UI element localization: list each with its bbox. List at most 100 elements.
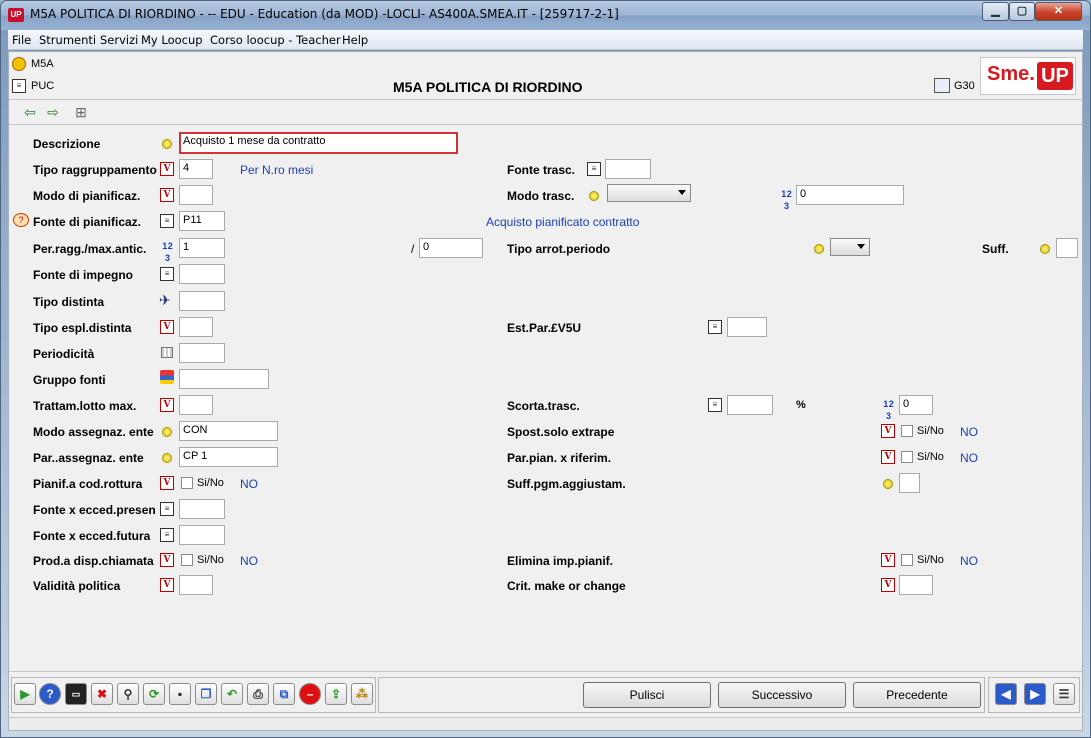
arrow-right-icon[interactable]: ▶ [1024, 683, 1046, 705]
spost-checkbox[interactable] [901, 425, 913, 437]
v-icon[interactable]: V [881, 553, 895, 567]
v-icon[interactable]: V [160, 578, 174, 592]
v-icon[interactable]: V [160, 320, 174, 334]
spost-chk-label: Si/No [917, 425, 944, 437]
app-icon: UP [8, 8, 24, 22]
help-face-icon: ? [13, 213, 29, 227]
par-pian-checkbox[interactable] [901, 451, 913, 463]
pages-icon[interactable]: ⧉ [273, 683, 295, 705]
descrizione-input[interactable]: Acquisto 1 mese da contratto [179, 132, 458, 154]
wand-icon[interactable]: ⁂ [351, 683, 373, 705]
list-icon[interactable]: ≡ [708, 398, 722, 412]
tree-icon[interactable]: ⊞ [72, 104, 90, 120]
tipo-espl-distinta-input[interactable] [179, 317, 213, 337]
label-modo-trasc: Modo trasc. [507, 189, 575, 203]
label-fonte-ecced-futura: Fonte x ecced.futura [33, 529, 151, 543]
tipo-raggruppamento-input[interactable]: 4 [179, 159, 213, 179]
gruppo-fonti-input[interactable] [179, 369, 269, 389]
successivo-button[interactable]: Successivo [718, 682, 846, 708]
menu-strumenti[interactable]: Strumenti [39, 33, 96, 47]
v-icon[interactable]: V [160, 553, 174, 567]
est-par-input[interactable] [727, 317, 767, 337]
per-ragg-input[interactable]: 1 [179, 238, 225, 258]
stop-icon[interactable]: – [299, 683, 321, 705]
v-icon[interactable]: V [160, 398, 174, 412]
v-icon[interactable]: V [160, 162, 174, 176]
arrow-left-icon[interactable]: ◀ [995, 683, 1017, 705]
search-icon[interactable]: ⚲ [117, 683, 139, 705]
group-icon[interactable] [160, 370, 174, 384]
save-icon[interactable]: ▪ [169, 683, 191, 705]
suff-pgm-input[interactable] [899, 473, 920, 493]
menu-servizi[interactable]: Servizi [100, 33, 138, 47]
v-icon[interactable]: V [881, 578, 895, 592]
par-assegnaz-input[interactable]: CP 1 [179, 447, 278, 467]
label-tipo-arrot-periodo: Tipo arrot.periodo [507, 242, 611, 256]
elimina-checkbox[interactable] [901, 554, 913, 566]
export-icon[interactable]: ⇪ [325, 683, 347, 705]
number-icon: 1 2 3 [781, 189, 792, 211]
fonte-ecced-presen-input[interactable] [179, 499, 225, 519]
v-icon[interactable]: V [881, 424, 895, 438]
fonte-impegno-input[interactable] [179, 264, 225, 284]
list-icon[interactable]: ≡ [160, 214, 174, 228]
validita-politica-input[interactable] [179, 575, 213, 595]
tipo-arrot-dropdown[interactable] [830, 238, 870, 256]
fonte-trasc-input[interactable] [605, 159, 651, 179]
list-icon[interactable]: ≡ [160, 267, 174, 281]
label-spost-solo-extrape: Spost.solo extrape [507, 425, 615, 439]
toolbar [9, 101, 1082, 125]
forward-icon[interactable]: ⇨ [44, 104, 62, 120]
periodicita-input[interactable] [179, 343, 225, 363]
modo-trasc-number-input[interactable]: 0 [796, 185, 904, 205]
back-icon[interactable]: ⇦ [21, 104, 39, 120]
label-prod-disp-chiamata: Prod.a disp.chiamata [33, 554, 154, 568]
modo-pianificaz-input[interactable] [179, 185, 213, 205]
menu-corso-loocup[interactable]: Corso loocup - Teacher [210, 33, 341, 47]
menu-file[interactable]: File [12, 33, 31, 47]
scorta-number-input[interactable]: 0 [899, 395, 933, 415]
prod-disp-chiamata-checkbox[interactable] [181, 554, 193, 566]
list-icon[interactable]: ≡ [160, 528, 174, 542]
airplane-icon[interactable]: ✈ [159, 292, 171, 309]
suff-input[interactable] [1056, 238, 1078, 258]
menu-my-loocup[interactable]: My Loocup [141, 33, 203, 47]
pulisci-button[interactable]: Pulisci [583, 682, 711, 708]
copy-doc-icon[interactable]: ❐ [195, 683, 217, 705]
run-icon[interactable]: ▶ [14, 683, 36, 705]
list-view-icon[interactable]: ☰ [1053, 683, 1075, 705]
crit-make-change-input[interactable] [899, 575, 933, 595]
modo-trasc-dropdown[interactable] [607, 184, 691, 202]
refresh-icon[interactable]: ⟳ [143, 683, 165, 705]
print-icon[interactable]: ⎙ [247, 683, 269, 705]
prod-disp-chiamata-desc: NO [240, 554, 258, 568]
list-icon[interactable]: ≡ [708, 320, 722, 334]
close-button[interactable]: ✕ [1035, 2, 1082, 21]
window-title: M5A POLITICA DI RIORDINO - -- EDU - Educ… [30, 7, 619, 21]
precedente-button[interactable]: Precedente [853, 682, 981, 708]
calculator-icon [934, 78, 950, 93]
cancel-icon[interactable]: ✖ [91, 683, 113, 705]
undo-icon[interactable]: ↶ [221, 683, 243, 705]
max-antic-input[interactable]: 0 [419, 238, 483, 258]
list-icon[interactable]: ≡ [587, 162, 601, 176]
trattam-lotto-input[interactable] [179, 395, 213, 415]
scorta-trasc-input[interactable] [727, 395, 773, 415]
fonte-pianificaz-input[interactable]: P11 [179, 211, 225, 231]
console-icon[interactable]: ▭ [65, 683, 87, 705]
modo-assegnaz-input[interactable]: CON [179, 421, 278, 441]
menu-help[interactable]: Help [342, 33, 368, 47]
list-icon[interactable]: ≡ [160, 502, 174, 516]
minimize-button[interactable]: ▁ [982, 2, 1009, 21]
label-pianif-cod-rottura: Pianif.a cod.rottura [33, 477, 143, 491]
pianif-cod-rottura-checkbox[interactable] [181, 477, 193, 489]
v-icon[interactable]: V [160, 188, 174, 202]
help-icon[interactable]: ? [39, 683, 61, 705]
v-icon[interactable]: V [881, 450, 895, 464]
calendar-icon[interactable] [161, 347, 173, 358]
maximize-button[interactable]: ▢ [1009, 2, 1035, 21]
fonte-ecced-futura-input[interactable] [179, 525, 225, 545]
fonte-pianificaz-desc: Acquisto pianificato contratto [486, 215, 640, 229]
v-icon[interactable]: V [160, 476, 174, 490]
tipo-distinta-input[interactable] [179, 291, 225, 311]
